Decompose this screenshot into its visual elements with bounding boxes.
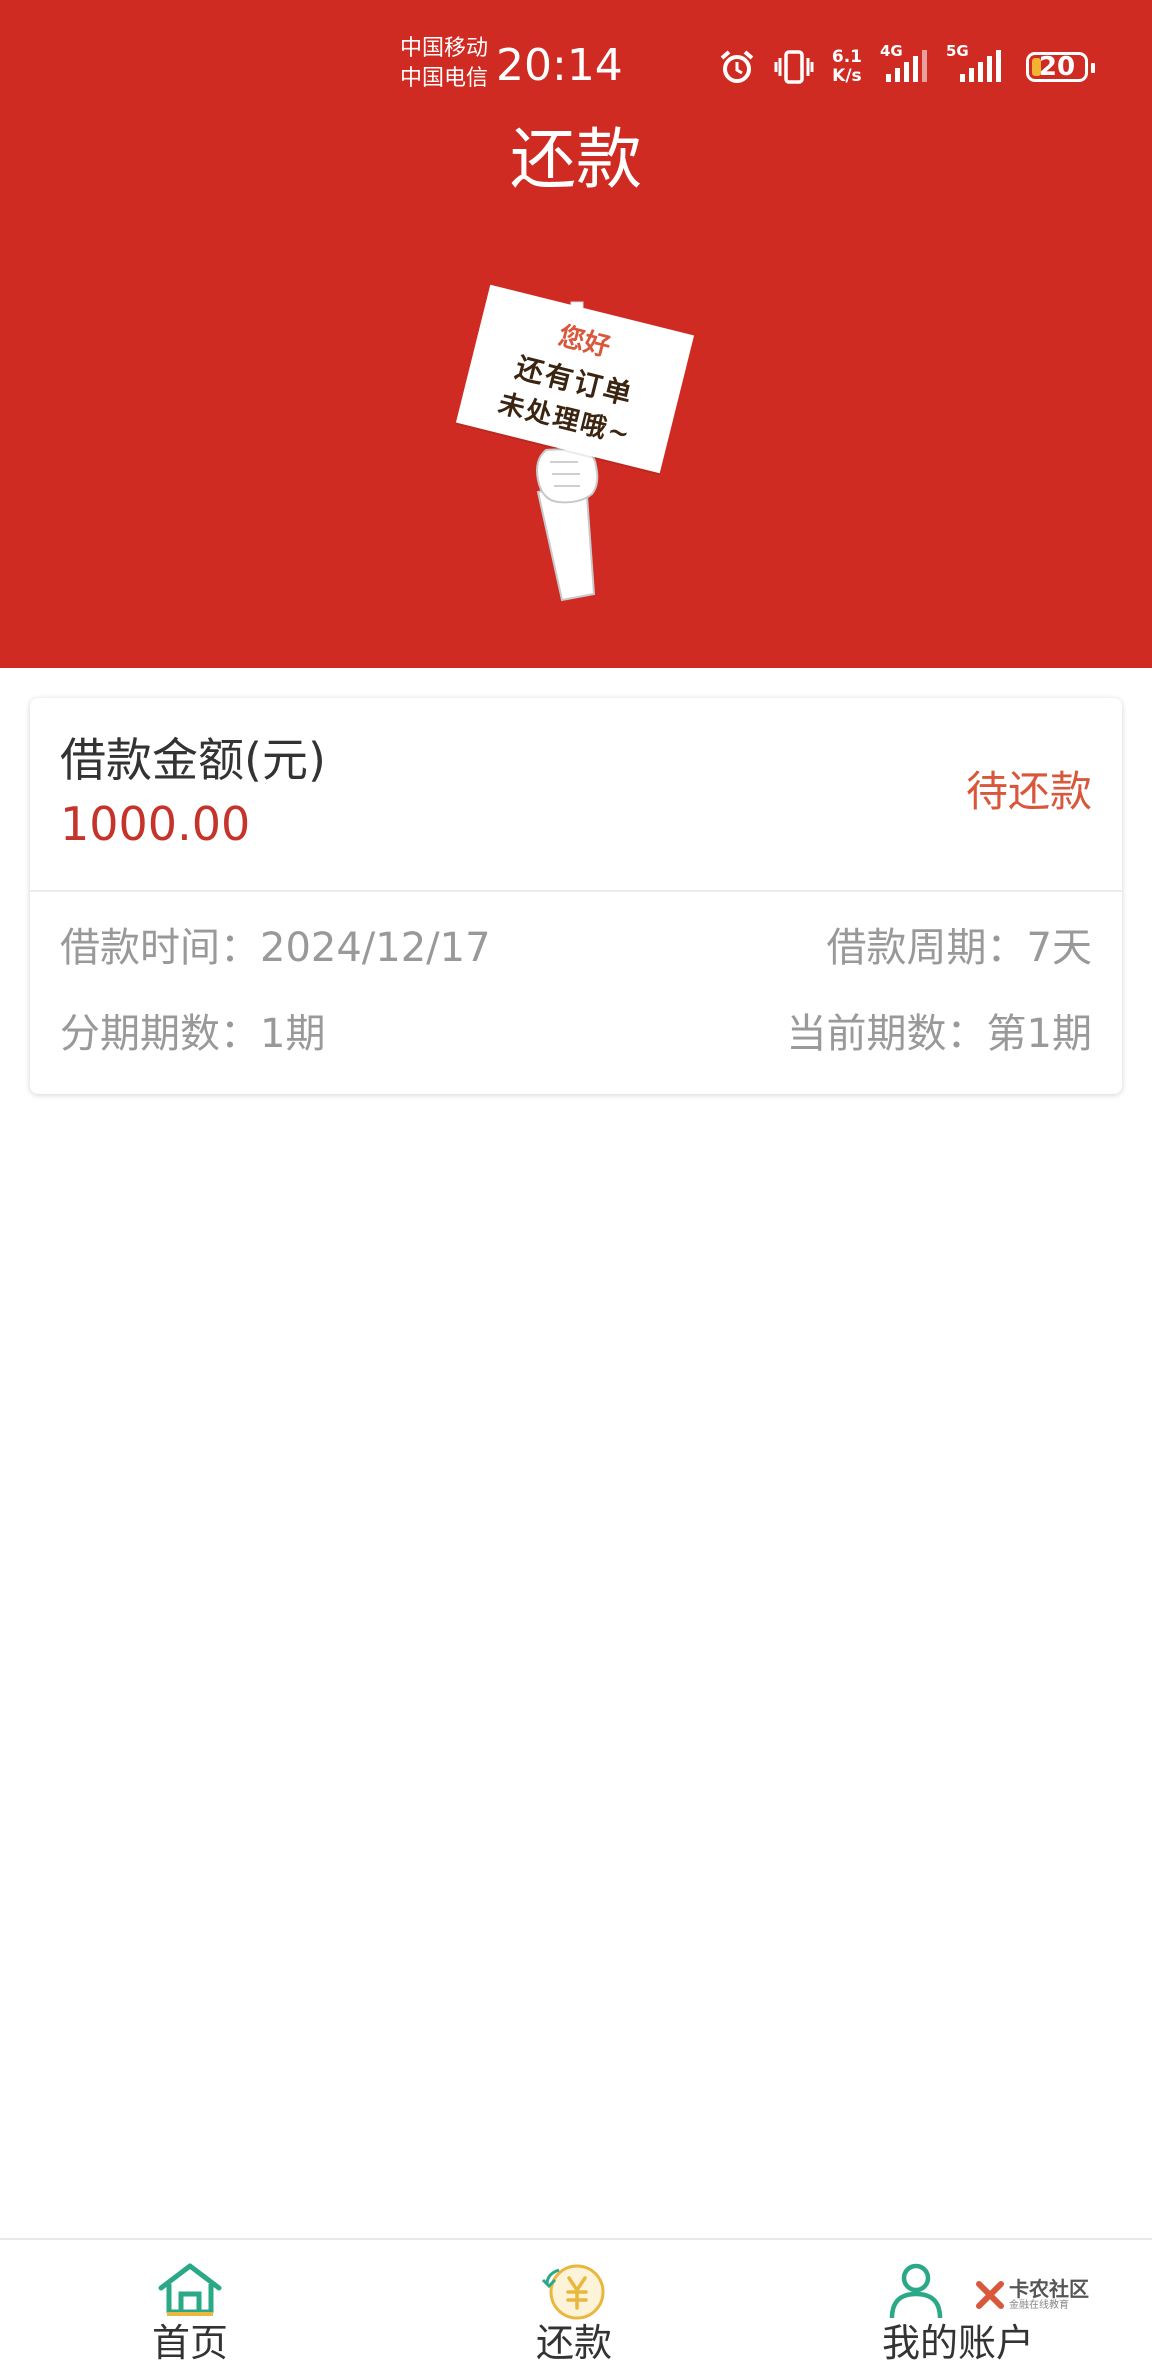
card-divider xyxy=(30,890,1122,892)
loan-period-value: 7天 xyxy=(1026,925,1092,971)
current-period-value: 第1期 xyxy=(986,1011,1092,1057)
user-icon xyxy=(888,2262,944,2326)
installments: 分期期数：1期 xyxy=(60,1006,325,1062)
watermark: 卡农社区 金融在线教育 xyxy=(975,2278,1089,2312)
loan-period-label: 借款周期： xyxy=(826,925,1027,971)
carrier-1: 中国移动 xyxy=(400,36,489,61)
installments-label: 分期期数： xyxy=(60,1011,260,1057)
loan-time-value: 2024/12/17 xyxy=(260,925,491,971)
carrier-2: 中国电信 xyxy=(400,66,489,91)
pending-order-sign-illustration: 您好 还有订单 未处理哦~ xyxy=(454,282,704,602)
status-badge[interactable]: 待还款 xyxy=(966,762,1092,822)
loan-period: 借款周期：7天 xyxy=(827,920,1092,976)
alarm-icon xyxy=(718,48,756,86)
loan-time-label: 借款时间： xyxy=(60,925,260,971)
tab-account-label: 我的账户 xyxy=(881,2321,1034,2365)
signal-5g-icon: 5G xyxy=(946,42,1008,86)
amount-label: 借款金额(元) xyxy=(60,733,326,787)
yuan-repay-icon xyxy=(541,2262,607,2326)
tab-repay-label: 还款 xyxy=(535,2321,612,2365)
vibrate-icon xyxy=(774,48,814,86)
tab-home-label: 首页 xyxy=(151,2321,228,2365)
installments-value: 1期 xyxy=(260,1011,326,1057)
page-title: 还款 xyxy=(510,121,642,198)
home-icon xyxy=(157,2262,223,2322)
watermark-title: 卡农社区 xyxy=(1009,2277,1089,2301)
loan-time: 借款时间：2024/12/17 xyxy=(60,920,491,976)
carrier-info: 中国移动 中国电信 xyxy=(400,34,488,94)
battery-level: 20 xyxy=(1038,52,1076,82)
signal-5g-label: 5G xyxy=(946,42,969,60)
current-period: 当前期数：第1期 xyxy=(787,1006,1092,1062)
net-speed-unit: K/s xyxy=(832,66,862,86)
current-period-label: 当前期数： xyxy=(786,1011,987,1057)
signal-4g-label: 4G xyxy=(880,42,903,60)
watermark-logo-icon xyxy=(976,2281,1004,2309)
signal-4g-icon: 4G xyxy=(880,42,928,86)
net-speed-value: 6.1 xyxy=(831,47,862,67)
net-speed: 6.1 K/s xyxy=(832,48,862,86)
status-time: 20:14 xyxy=(496,40,623,91)
watermark-subtitle: 金融在线教育 xyxy=(1009,2300,1069,2311)
amount-value: 1000.00 xyxy=(60,797,251,851)
loan-card[interactable]: 借款金额(元) 1000.00 待还款 借款时间：2024/12/17 借款周期… xyxy=(30,698,1122,1094)
battery-icon: 20 xyxy=(1026,52,1095,82)
tab-repay[interactable]: 还款 xyxy=(514,2240,634,2376)
header: 中国移动 中国电信 20:14 6.1 K/s 4G 5G 20 还款 您好 还… xyxy=(0,0,1152,668)
tab-home[interactable]: 首页 xyxy=(130,2240,250,2376)
status-icons: 6.1 K/s 4G 5G 20 xyxy=(718,42,1095,90)
